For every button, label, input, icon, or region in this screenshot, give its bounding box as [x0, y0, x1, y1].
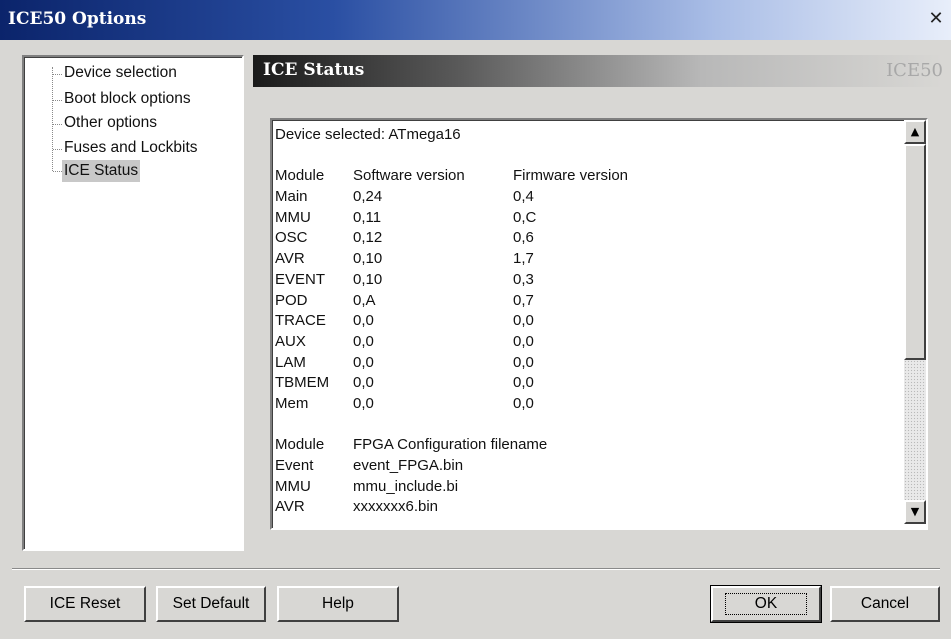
- tree-item-fuses-and-lockbits[interactable]: Fuses and Lockbits: [62, 137, 200, 159]
- tree-connector: [53, 100, 62, 101]
- tree-connector: [53, 124, 62, 125]
- firmware-version: 0,7: [513, 291, 534, 309]
- software-version: 0,0: [353, 374, 374, 392]
- module-name: TBMEM: [275, 374, 330, 392]
- options-tree: Device selection Boot block options Othe…: [22, 55, 244, 551]
- firmware-version: 0,0: [513, 353, 534, 371]
- versions-header: Module Software version Firmware version: [275, 166, 895, 187]
- module-name: POD: [275, 291, 308, 309]
- status-content: Device selected: ATmega16 Module Software…: [275, 125, 895, 518]
- fpga-header-filename: FPGA Configuration filename: [353, 436, 548, 454]
- module-name: OSC: [275, 229, 308, 247]
- tree-item-boot-block-options[interactable]: Boot block options: [62, 88, 193, 110]
- scroll-thumb[interactable]: [904, 144, 926, 360]
- panel-header: ICE Status ICE50: [253, 55, 943, 87]
- module-name: TRACE: [275, 312, 326, 330]
- module-name: LAM: [275, 353, 306, 371]
- version-row: AUX 0,0 0,0: [275, 332, 895, 353]
- ice-reset-button[interactable]: ICE Reset: [24, 586, 146, 622]
- help-button[interactable]: Help: [277, 586, 399, 622]
- panel-title: ICE Status: [263, 60, 365, 80]
- tree-item-device-selection[interactable]: Device selection: [62, 62, 179, 84]
- tree-connector: [53, 149, 62, 150]
- firmware-version: 0,4: [513, 188, 534, 206]
- module-name: Main: [275, 188, 308, 206]
- versions-header-module: Module: [275, 167, 325, 185]
- version-row: Mem 0,0 0,0: [275, 394, 895, 415]
- device-selected-line: Device selected: ATmega16: [275, 126, 461, 143]
- panel-brand: ICE50: [886, 60, 943, 81]
- window-title: ICE50 Options: [8, 9, 147, 29]
- software-version: 0,0: [353, 332, 374, 350]
- firmware-version: 0,6: [513, 229, 534, 247]
- fpga-header: Module FPGA Configuration filename: [275, 435, 895, 456]
- module-name: AUX: [275, 332, 306, 350]
- module-name: MMU: [275, 208, 311, 226]
- software-version: 0,A: [353, 291, 376, 309]
- versions-header-software: Software version: [353, 167, 465, 185]
- tree-item-other-options[interactable]: Other options: [62, 112, 159, 134]
- version-row: MMU 0,11 0,C: [275, 208, 895, 229]
- software-version: 0,0: [353, 312, 374, 330]
- versions-header-firmware: Firmware version: [513, 167, 629, 185]
- module-name: EVENT: [275, 270, 326, 288]
- cancel-button[interactable]: Cancel: [830, 586, 940, 622]
- close-icon[interactable]: ✕: [927, 10, 945, 28]
- fpga-filename: xxxxxxx6.bin: [353, 498, 439, 516]
- software-version: 0,10: [353, 250, 383, 268]
- ok-button[interactable]: OK: [710, 585, 822, 623]
- firmware-version: 0,0: [513, 332, 534, 350]
- firmware-version: 0,3: [513, 270, 534, 288]
- module-name: Event: [275, 457, 314, 474]
- version-row: EVENT 0,10 0,3: [275, 270, 895, 291]
- scroll-up-icon[interactable]: ▲: [904, 120, 926, 144]
- fpga-row: AVR xxxxxxx6.bin: [275, 497, 895, 518]
- software-version: 0,24: [353, 188, 383, 206]
- vertical-scrollbar[interactable]: ▲ ▼: [904, 120, 926, 524]
- footer-divider: [12, 568, 940, 570]
- version-row: POD 0,A 0,7: [275, 291, 895, 312]
- fpga-filename: mmu_include.bi: [353, 477, 459, 495]
- firmware-version: 0,0: [513, 374, 534, 392]
- tree-connector: [53, 171, 62, 172]
- tree-connector: [52, 67, 53, 171]
- firmware-version: 0,C: [513, 208, 537, 226]
- tree-item-ice-status[interactable]: ICE Status: [62, 160, 141, 182]
- focus-indicator: [725, 593, 807, 615]
- fpga-row: Event event_FPGA.bin: [275, 456, 895, 477]
- version-row: AVR 0,10 1,7: [275, 249, 895, 270]
- software-version: 0,12: [353, 229, 383, 247]
- firmware-version: 0,0: [513, 394, 534, 412]
- software-version: 0,0: [353, 394, 374, 412]
- version-row: TRACE 0,0 0,0: [275, 311, 895, 332]
- module-name: AVR: [275, 498, 305, 516]
- module-name: MMU: [275, 477, 311, 495]
- scroll-down-icon[interactable]: ▼: [904, 500, 926, 524]
- fpga-filename: event_FPGA.bin: [353, 457, 464, 474]
- status-text-area[interactable]: Device selected: ATmega16 Module Software…: [270, 118, 928, 530]
- options-window: ICE50 Options ✕ Device selection Boot bl…: [0, 0, 951, 639]
- fpga-header-module: Module: [275, 436, 325, 454]
- version-row: Main 0,24 0,4: [275, 187, 895, 208]
- software-version: 0,0: [353, 353, 374, 371]
- version-row: OSC 0,12 0,6: [275, 228, 895, 249]
- version-row: TBMEM 0,0 0,0: [275, 373, 895, 394]
- version-row: LAM 0,0 0,0: [275, 353, 895, 374]
- software-version: 0,10: [353, 270, 383, 288]
- module-name: Mem: [275, 394, 309, 412]
- software-version: 0,11: [353, 208, 382, 226]
- firmware-version: 0,0: [513, 312, 534, 330]
- set-default-button[interactable]: Set Default: [156, 586, 266, 622]
- fpga-row: MMU mmu_include.bi: [275, 477, 895, 498]
- title-bar[interactable]: ICE50 Options ✕: [0, 0, 951, 40]
- tree-connector: [53, 74, 62, 75]
- module-name: AVR: [275, 250, 305, 268]
- firmware-version: 1,7: [513, 250, 534, 268]
